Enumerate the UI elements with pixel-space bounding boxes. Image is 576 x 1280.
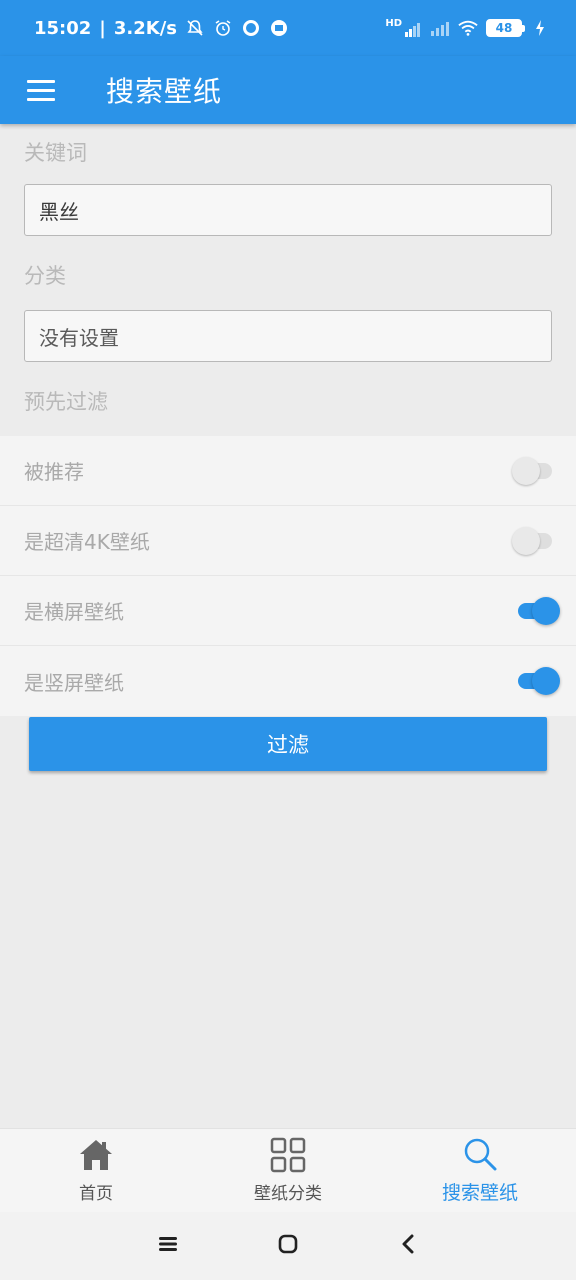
toggle-label: 是超清4K壁纸 (24, 530, 150, 554)
status-net-speed: 3.2K/s (113, 17, 177, 39)
status-right: HD 48 (385, 18, 550, 38)
search-form: 关键词 黑丝 分类 没有设置 预先过滤 被推荐是超清4K壁纸 是横屏壁纸是竖屏壁纸 (0, 124, 576, 716)
toggle-switch[interactable] (512, 456, 558, 485)
toggle-label: 被推荐 (24, 460, 84, 484)
nav-item-categories[interactable]: 壁纸分类 (192, 1129, 384, 1212)
back-button[interactable] (348, 1212, 468, 1280)
prefilter-list: 被推荐是超清4K壁纸 是横屏壁纸是竖屏壁纸 (0, 436, 576, 716)
charging-icon (530, 18, 550, 38)
prefilter-label: 预先过滤 (24, 390, 108, 414)
filter-button[interactable]: 过滤 (29, 717, 547, 771)
toggle-row: 是横屏壁纸 (0, 576, 576, 646)
battery-level: 48 (495, 21, 513, 35)
mute-bell-icon (185, 18, 205, 38)
menu-icon (27, 80, 55, 101)
status-bar: 15:02 | 3.2K/s HD 48 (0, 0, 576, 56)
toggle-row: 是超清4K壁纸 (0, 506, 576, 576)
toggle-label: 是横屏壁纸 (24, 600, 124, 624)
toggle-switch[interactable] (512, 526, 558, 555)
wifi-icon (458, 18, 478, 38)
nav-label-home: 首页 (79, 1184, 113, 1204)
switch-thumb (532, 667, 560, 695)
recents-button[interactable] (108, 1212, 228, 1280)
hd-signal-icon: HD (385, 19, 422, 37)
search-icon (462, 1136, 498, 1176)
switch-thumb (532, 596, 560, 625)
alarm-icon (213, 18, 233, 38)
keyword-label: 关键词 (24, 141, 87, 165)
app-bar: 搜索壁纸 (0, 56, 576, 124)
recents-icon (158, 1235, 178, 1257)
status-divider: | (99, 17, 106, 39)
app-icon (241, 18, 261, 38)
network-label: HD (385, 18, 402, 29)
bottom-nav: 首页 壁纸分类 搜索壁纸 (0, 1128, 576, 1212)
signal-icon (430, 18, 450, 38)
home-icon (78, 1137, 114, 1177)
system-nav (0, 1212, 576, 1280)
message-icon (269, 18, 289, 38)
battery-icon: 48 (486, 19, 525, 37)
nav-label-categories: 壁纸分类 (254, 1184, 322, 1204)
toggle-label: 是竖屏壁纸 (24, 670, 124, 695)
status-time: 15:02 (34, 17, 92, 39)
toggle-switch[interactable] (514, 667, 560, 695)
switch-thumb (512, 526, 540, 555)
page-title: 搜索壁纸 (106, 75, 223, 108)
nav-label-search: 搜索壁纸 (441, 1182, 518, 1204)
nav-item-search[interactable]: 搜索壁纸 (384, 1129, 576, 1212)
back-icon (400, 1234, 416, 1258)
category-label: 分类 (24, 264, 66, 288)
toggle-switch[interactable] (514, 596, 560, 625)
home-button-icon (278, 1234, 298, 1258)
nav-item-home[interactable]: 首页 (0, 1129, 192, 1212)
keyword-input[interactable]: 黑丝 (24, 184, 552, 236)
status-left: 15:02 | 3.2K/s (34, 18, 289, 39)
home-button[interactable] (228, 1212, 348, 1280)
grid-icon (270, 1137, 306, 1177)
toggle-row: 是竖屏壁纸 (0, 646, 576, 716)
switch-thumb (512, 456, 540, 485)
category-select[interactable]: 没有设置 (24, 310, 552, 362)
menu-button[interactable] (0, 56, 82, 124)
toggle-row: 被推荐 (0, 436, 576, 506)
